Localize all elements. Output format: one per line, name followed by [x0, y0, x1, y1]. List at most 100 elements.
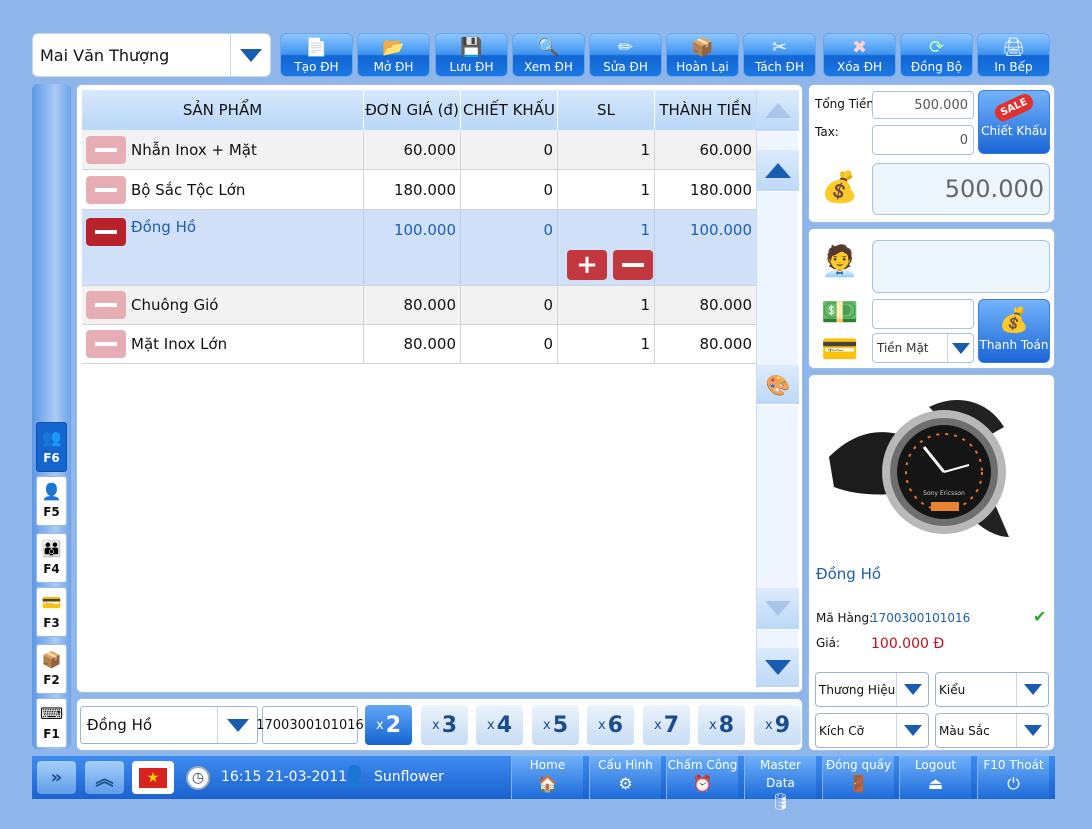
- table-row[interactable]: Mặt Inox Lớn 80.000 0 1 80.000: [82, 325, 756, 364]
- filter-brand-select[interactable]: Thương Hiệu: [815, 672, 929, 707]
- item-discount: 0: [461, 210, 558, 285]
- item-total: 100.000: [689, 221, 752, 239]
- multiplier-x3-button[interactable]: x3: [421, 705, 468, 745]
- multiplier-x7-button[interactable]: x7: [643, 705, 690, 745]
- toolbar-button-split-order[interactable]: ✂ Tách ĐH: [743, 33, 816, 77]
- money-bag-icon: 💰: [821, 170, 859, 205]
- sale-tag-icon: SALE: [992, 91, 1036, 124]
- toolbar-button-return[interactable]: 📦 Hoàn Lại: [666, 33, 739, 77]
- clock-icon: ◷: [186, 766, 210, 790]
- table-row[interactable]: Bộ Sắc Tộc Lớn 180.000 0 1 180.000: [82, 170, 756, 210]
- table-row[interactable]: Chuông Gió 80.000 0 1 80.000: [82, 286, 756, 325]
- save-icon: 💾: [460, 37, 483, 58]
- filter-dropdown-button[interactable]: [1016, 714, 1048, 747]
- scroll-bottom-button[interactable]: [757, 648, 799, 688]
- user-select-dropdown-button[interactable]: [230, 34, 270, 76]
- checkout-button[interactable]: 💰 Thanh Toán: [978, 299, 1050, 363]
- scroll-top-button[interactable]: [757, 90, 799, 132]
- filter-size-select[interactable]: Kích Cỡ: [815, 713, 929, 748]
- item-discount: 0: [461, 170, 558, 209]
- nav-timekeeping[interactable]: Chấm Công ⏰: [666, 756, 738, 799]
- toolbar-button-delete-order[interactable]: ✖ Xóa ĐH: [823, 33, 896, 77]
- product-select[interactable]: Đồng Hồ: [80, 706, 258, 744]
- remove-item-button[interactable]: [86, 330, 126, 358]
- sidebar-key-f1[interactable]: ⌨ F1: [36, 698, 67, 748]
- expand-button[interactable]: »: [37, 761, 76, 794]
- toolbar-button-open-order[interactable]: 📂 Mở ĐH: [357, 33, 430, 77]
- minus-icon: [95, 342, 117, 346]
- toolbar-button-sync[interactable]: ⟳ Đồng Bộ: [900, 33, 973, 77]
- sidebar-key-f5[interactable]: 👤 F5: [36, 476, 67, 526]
- chevron-down-icon: [903, 684, 922, 695]
- sidebar-key-f4[interactable]: 👪 F4: [36, 533, 67, 583]
- scroll-down-button[interactable]: [757, 588, 799, 630]
- nav-close-counter[interactable]: Đóng quầy 🚪: [822, 756, 894, 799]
- payment-method-dropdown-button[interactable]: [947, 334, 973, 362]
- tax-input[interactable]: 0: [872, 125, 974, 155]
- double-chevron-right-icon: »: [50, 767, 63, 788]
- remove-item-button[interactable]: [86, 175, 126, 204]
- grand-total-display: 500.000: [872, 163, 1050, 215]
- scroll-up-button[interactable]: [757, 150, 799, 192]
- customer-input[interactable]: [872, 240, 1050, 293]
- plus-icon: +: [576, 250, 598, 280]
- increase-qty-button[interactable]: +: [567, 250, 607, 280]
- filter-style-select[interactable]: Kiểu: [935, 672, 1049, 707]
- filter-dropdown-button[interactable]: [896, 673, 928, 706]
- double-chevron-up-icon: [765, 103, 791, 118]
- item-name: Mặt Inox Lớn: [131, 335, 228, 353]
- alarm-clock-icon: ⏰: [692, 774, 713, 793]
- filter-dropdown-button[interactable]: [1016, 673, 1048, 706]
- customer-icon: 🧑‍💼: [821, 244, 859, 279]
- multiplier-x2-button[interactable]: x2: [365, 705, 412, 745]
- remove-item-button[interactable]: [86, 218, 126, 246]
- nav-config[interactable]: Cấu Hình ⚙: [589, 756, 661, 799]
- product-select-dropdown-button[interactable]: [217, 707, 257, 743]
- chevron-down-icon: [951, 342, 970, 354]
- sidebar-key-f3[interactable]: 💳 F3: [36, 587, 67, 637]
- multiplier-x8-button[interactable]: x8: [698, 705, 745, 745]
- multiplier-x9-button[interactable]: x9: [754, 705, 801, 745]
- new-order-icon: 📄: [305, 37, 328, 58]
- decrease-qty-button[interactable]: [613, 250, 653, 280]
- product-name: Đồng Hồ: [816, 565, 882, 583]
- payment-method-icon: 💳: [821, 332, 859, 367]
- nav-exit[interactable]: F10 Thoát ⏻: [977, 756, 1049, 799]
- collapse-up-button[interactable]: ︽: [85, 761, 124, 794]
- multiplier-x6-button[interactable]: x6: [587, 705, 634, 745]
- taskbar: » ︽ ★ ◷ 16:15 21-03-2011 👤 Sunflower Hom…: [32, 756, 1055, 811]
- chevron-down-icon: [239, 48, 262, 62]
- table-row[interactable]: Nhẫn Inox + Mặt 60.000 0 1 60.000: [82, 130, 756, 170]
- table-row-selected[interactable]: Đồng Hồ 100.000 0 1 100.000: [82, 210, 756, 286]
- color-palette-button[interactable]: 🎨: [757, 365, 799, 405]
- multiplier-x4-button[interactable]: x4: [476, 705, 523, 745]
- nav-master-data[interactable]: Master Data 🛢: [744, 756, 816, 811]
- sku-input[interactable]: 1700300101016: [256, 706, 364, 744]
- language-flag-button[interactable]: ★: [132, 761, 174, 794]
- cash-input[interactable]: [872, 299, 974, 329]
- toolbar-button-create-order[interactable]: 📄 Tạo ĐH: [280, 33, 353, 77]
- filter-dropdown-button[interactable]: [896, 714, 928, 747]
- tax-label: Tax:: [815, 125, 839, 139]
- chevron-down-icon: [1023, 684, 1042, 695]
- sidebar-key-f6[interactable]: 👥 F6: [36, 422, 67, 472]
- sidebar-key-f2[interactable]: 📦 F2: [36, 644, 67, 694]
- nav-home[interactable]: Home 🏠: [511, 756, 583, 799]
- filter-color-select[interactable]: Màu Sắc: [935, 713, 1049, 748]
- toolbar-button-print-kitchen[interactable]: 🖨 In Bếp: [977, 33, 1050, 77]
- toolbar-button-view-order[interactable]: 🔍 Xem ĐH: [512, 33, 585, 77]
- payment-method-value: Tiền Mặt: [877, 341, 929, 355]
- column-header-total: THÀNH TIỀN: [659, 101, 752, 119]
- user-select[interactable]: Mai Văn Thượng: [32, 33, 271, 77]
- toolbar-button-save-order[interactable]: 💾 Lưu ĐH: [435, 33, 508, 77]
- discount-button[interactable]: SALE Chiết Khấu: [978, 90, 1050, 154]
- nav-logout[interactable]: Logout ⏏: [899, 756, 971, 799]
- split-scissors-icon: ✂: [771, 37, 788, 58]
- datetime: 16:15 21-03-2011: [221, 769, 348, 785]
- toolbar-button-edit-order[interactable]: ✏ Sửa ĐH: [589, 33, 662, 77]
- multiplier-x5-button[interactable]: x5: [532, 705, 579, 745]
- payment-method-select[interactable]: Tiền Mặt: [872, 333, 974, 363]
- remove-item-button[interactable]: [86, 135, 126, 164]
- keyboard-icon: ⌨: [39, 704, 64, 723]
- remove-item-button[interactable]: [86, 291, 126, 319]
